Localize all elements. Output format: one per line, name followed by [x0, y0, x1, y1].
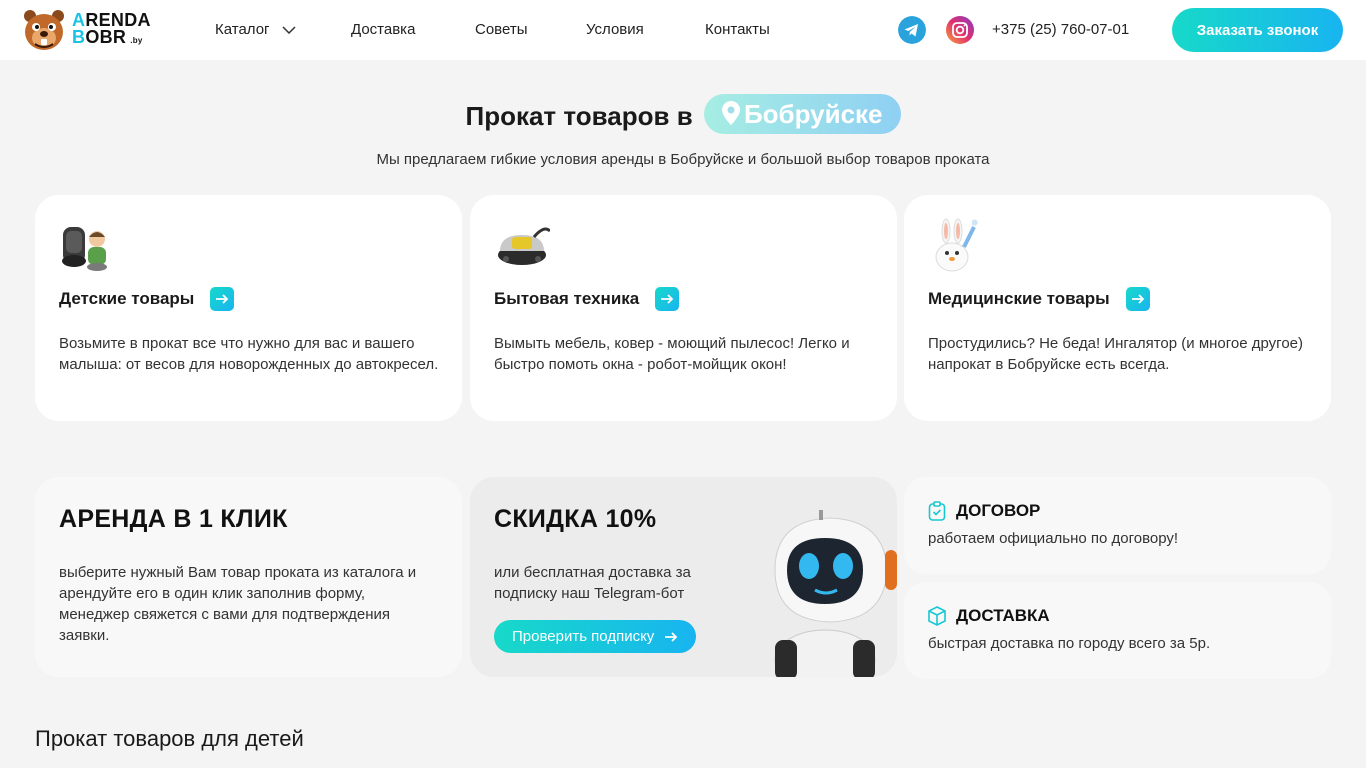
check-subscription-button[interactable]: Проверить подписку [494, 620, 697, 653]
one-click-rent-block: АРЕНДА В 1 КЛИК выберите нужный Вам това… [35, 477, 462, 677]
logo-wordmark: ARENDA BOBR .by [72, 10, 151, 47]
site-header: ARENDA BOBR .by Каталог Доставка Советы У… [0, 0, 1366, 60]
chevron-down-icon [282, 26, 296, 35]
page-title-text: Прокат товаров в [465, 100, 693, 131]
contract-text: работаем официально по договору! [928, 530, 1179, 547]
nav-tips[interactable]: Советы [475, 21, 527, 38]
box-icon [928, 606, 946, 626]
check-subscription-label: Проверить подписку [512, 628, 655, 645]
city-name: Бобруйске [743, 99, 883, 129]
vacuum-cleaner-icon [498, 227, 550, 265]
category-title: Детские товары [59, 287, 235, 311]
arrow-right-icon [665, 631, 678, 642]
category-card-kids[interactable]: Детские товары Возьмите в прокат все что… [35, 195, 462, 421]
car-seat-icon [62, 227, 107, 271]
city-selector[interactable]: Бобруйске [703, 94, 901, 134]
discount-title: СКИДКА 10% [494, 505, 657, 533]
delivery-title: ДОСТАВКА [956, 606, 1050, 625]
telegram-icon[interactable] [898, 16, 926, 44]
arrow-right-icon[interactable] [655, 287, 680, 311]
category-title: Бытовая техника [494, 287, 680, 311]
discount-block: СКИДКА 10% или бесплатная доставка за по… [470, 477, 897, 677]
category-description: Вымыть мебель, ковер - моющий пылесос! Л… [494, 335, 850, 373]
category-title-text: Детские товары [59, 289, 195, 308]
category-title-text: Медицинские товары [928, 289, 1110, 308]
nav-delivery[interactable]: Доставка [351, 21, 415, 38]
contract-title: ДОГОВОР [956, 501, 1041, 520]
category-description: Простудились? Не беда! Ингалятор (и мног… [928, 335, 1303, 373]
delivery-heading: ДОСТАВКА [928, 606, 1050, 626]
beaver-logo-icon [24, 10, 64, 50]
section-title: Прокат товаров для детей [35, 726, 304, 751]
robot-illustration [774, 510, 897, 677]
discount-text: или бесплатная доставка за подписку наш … [494, 564, 691, 602]
order-call-button[interactable]: Заказать звонок [1172, 8, 1343, 52]
location-pin-icon [721, 101, 740, 126]
category-title-text: Бытовая техника [494, 289, 640, 308]
delivery-text: быстрая доставка по городу всего за 5р. [928, 635, 1211, 652]
category-card-medical[interactable]: Медицинские товары Простудились? Не беда… [904, 195, 1331, 421]
category-title: Медицинские товары [928, 287, 1150, 311]
category-description: Возьмите в прокат все что нужно для вас … [59, 335, 439, 373]
nav-terms[interactable]: Условия [586, 21, 644, 38]
contract-card: ДОГОВОР работаем официально по договору! [904, 477, 1331, 574]
category-card-appliances[interactable]: Бытовая техника Вымыть мебель, ковер - м… [470, 195, 897, 421]
nav-catalog-label: Каталог [215, 21, 270, 38]
phone-number[interactable]: +375 (25) 760-07-01 [992, 21, 1129, 38]
instagram-icon[interactable] [946, 16, 974, 44]
logo[interactable]: ARENDA BOBR .by [22, 8, 152, 52]
delivery-card: ДОСТАВКА быстрая доставка по городу всег… [904, 582, 1331, 679]
contract-heading: ДОГОВОР [928, 501, 1040, 521]
arrow-right-icon[interactable] [210, 287, 235, 311]
clipboard-check-icon [928, 501, 946, 521]
page-title: Прокат товаров в Бобруйске [0, 94, 1366, 138]
nav-catalog[interactable]: Каталог [215, 21, 296, 38]
arrow-right-icon[interactable] [1125, 287, 1150, 311]
page-subtitle: Мы предлагаем гибкие условия аренды в Бо… [376, 151, 990, 168]
inhaler-bunny-icon [935, 218, 978, 272]
one-click-text: выберите нужный Вам товар проката из кат… [59, 564, 417, 644]
nav-contacts[interactable]: Контакты [705, 21, 770, 38]
one-click-title: АРЕНДА В 1 КЛИК [59, 505, 288, 533]
